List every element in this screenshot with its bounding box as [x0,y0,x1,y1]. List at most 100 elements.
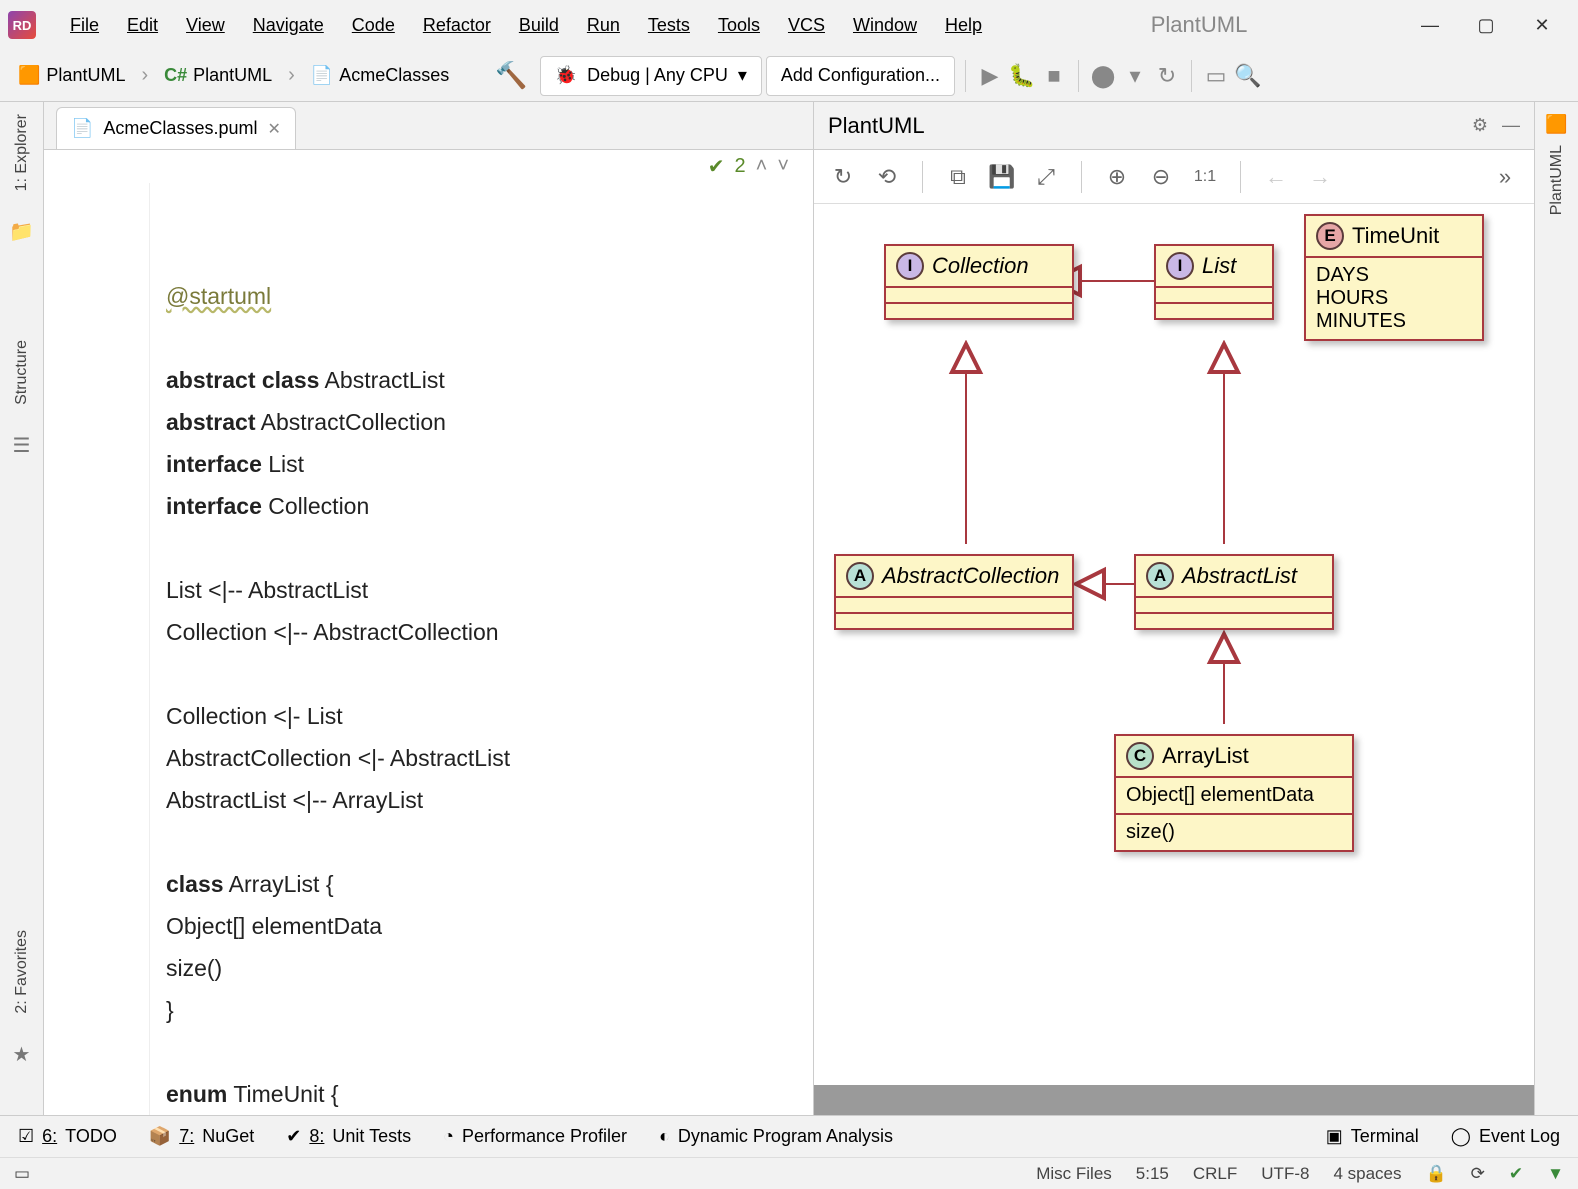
file-icon: 📄 [311,65,333,86]
presentation-icon[interactable]: ▭ [1202,62,1230,90]
window-icon[interactable]: ▭ [14,1164,30,1184]
breadcrumb[interactable]: 📄 AcmeClasses [301,61,459,90]
sync-icon[interactable]: ⟳ [1471,1164,1485,1184]
build-button[interactable]: 🔨 [487,60,535,91]
chevron-down-icon[interactable]: ▾ [1121,62,1149,90]
left-tool-rail: 1: Explorer 📁 Structure ☰ 2: Favorites ★ [0,102,44,1115]
menu-tests[interactable]: Tests [634,9,704,42]
zoom-in-icon[interactable]: ⊕ [1102,162,1132,192]
minimize-panel-icon[interactable]: — [1502,115,1520,136]
terminal-tab[interactable]: ▣Terminal [1326,1126,1419,1147]
inspection-widget[interactable]: ✔ 2 ˄ ˅ [708,154,795,179]
prev-icon[interactable]: ← [1261,162,1291,192]
breadcrumb[interactable]: C# PlantUML [154,61,282,90]
preview-title: PlantUML [828,113,925,139]
zoom-reset-button[interactable]: 1:1 [1190,162,1220,192]
folder-icon[interactable]: 📁 [9,219,34,244]
menu-run[interactable]: Run [573,9,634,42]
sync-icon[interactable]: ⟲ [872,162,902,192]
menu-refactor[interactable]: Refactor [409,9,505,42]
copy-icon[interactable]: ⧉ [943,162,973,192]
profiler-tab[interactable]: ◔Performance Profiler [443,1126,627,1147]
debug-button[interactable]: 🐛 [1008,62,1036,90]
menu-window[interactable]: Window [839,9,931,42]
check-icon: ✔ [708,154,725,179]
line-ending[interactable]: CRLF [1193,1164,1237,1184]
add-configuration-button[interactable]: Add Configuration... [766,56,955,96]
expand-icon[interactable]: ⤢ [1031,162,1061,192]
menu-vcs[interactable]: VCS [774,9,839,42]
menu-help[interactable]: Help [931,9,996,42]
gear-icon[interactable]: ⚙ [1472,115,1488,136]
enum-icon: E [1316,222,1344,250]
event-log-tab[interactable]: ◯Event Log [1451,1126,1560,1147]
minimize-button[interactable]: — [1402,5,1458,45]
lock-icon[interactable]: 🔒 [1426,1164,1447,1184]
run-config-selector[interactable]: 🐞 Debug | Any CPU ▾ [540,56,762,96]
menu-edit[interactable]: Edit [113,9,172,42]
separator [922,161,923,193]
code-kw: interface [166,493,262,519]
status-context[interactable]: Misc Files [1036,1164,1112,1184]
close-tab-icon[interactable]: ✕ [267,119,280,139]
menu-build[interactable]: Build [505,9,573,42]
save-icon[interactable]: 💾 [987,162,1017,192]
zoom-out-icon[interactable]: ⊖ [1146,162,1176,192]
uml-name: AbstractCollection [882,563,1059,589]
favorites-tab[interactable]: 2: Favorites [13,930,31,1014]
enum-item: DAYS [1316,264,1472,287]
uml-list: IList [1154,244,1274,320]
diagram-canvas[interactable]: ICollection IList ETimeUnit DAYS HOURS M… [814,204,1534,1085]
stop-button[interactable]: ■ [1040,62,1068,90]
refresh-icon[interactable]: ↻ [828,162,858,192]
profile-button[interactable]: ⬤ [1089,62,1117,90]
plantuml-tab[interactable]: PlantUML [1548,145,1566,215]
maximize-button[interactable]: ▢ [1458,5,1514,45]
more-icon[interactable]: » [1490,162,1520,192]
star-icon[interactable]: ★ [13,1042,31,1067]
menu-code[interactable]: Code [338,9,409,42]
cube-icon[interactable]: 🟧 [1545,114,1567,135]
nuget-tab[interactable]: 📦7:NuGet [149,1126,254,1147]
editor-tab[interactable]: 📄 AcmeClasses.puml ✕ [56,107,296,149]
horizontal-scrollbar[interactable] [814,1085,1534,1115]
structure-tab[interactable]: Structure [13,340,31,405]
structure-icon[interactable]: ☰ [13,433,31,458]
unit-tests-tab[interactable]: ✔8:Unit Tests [286,1126,411,1147]
uml-name: Collection [932,253,1029,279]
code-line: Collection <|-- AbstractCollection [166,619,499,645]
encoding[interactable]: UTF-8 [1261,1164,1309,1184]
label: Terminal [1351,1126,1419,1147]
code-kw: interface [166,451,262,477]
explorer-tab[interactable]: 1: Explorer [13,114,31,191]
file-icon: 📄 [71,118,93,139]
class-icon: C [1126,742,1154,770]
caret-position[interactable]: 5:15 [1136,1164,1169,1184]
check-icon[interactable]: ✔ [1509,1164,1523,1184]
menu-view[interactable]: View [172,9,239,42]
uml-name: TimeUnit [1352,223,1439,249]
code-text: AbstractList [319,367,444,393]
separator [965,60,966,92]
next-problem-icon[interactable]: ˅ [777,155,789,178]
window-title: PlantUML [996,12,1402,38]
close-button[interactable]: ✕ [1514,5,1570,45]
search-icon[interactable]: 🔍 [1234,62,1262,90]
breadcrumb[interactable]: 🟧 PlantUML [8,61,135,90]
code-editor[interactable]: @startuml abstract class AbstractList ab… [150,183,813,1115]
prev-problem-icon[interactable]: ˄ [756,155,768,178]
shield-icon[interactable]: ▼ [1547,1164,1564,1184]
run-config-label: Debug | Any CPU [587,65,728,86]
menu-tools[interactable]: Tools [704,9,774,42]
menu-file[interactable]: File [56,9,113,42]
menu-navigate[interactable]: Navigate [239,9,338,42]
crumb-2: PlantUML [193,65,272,86]
run-button[interactable]: ▶ [976,62,1004,90]
indent[interactable]: 4 spaces [1333,1164,1401,1184]
todo-tab[interactable]: ☑6:TODO [18,1126,117,1147]
gutter[interactable] [44,183,150,1115]
dpa-tab[interactable]: ◐Dynamic Program Analysis [659,1126,893,1147]
next-icon[interactable]: → [1305,162,1335,192]
coverage-button[interactable]: ↻ [1153,62,1181,90]
preview-toolbar: ↻ ⟲ ⧉ 💾 ⤢ ⊕ ⊖ 1:1 ← → » [814,150,1534,204]
